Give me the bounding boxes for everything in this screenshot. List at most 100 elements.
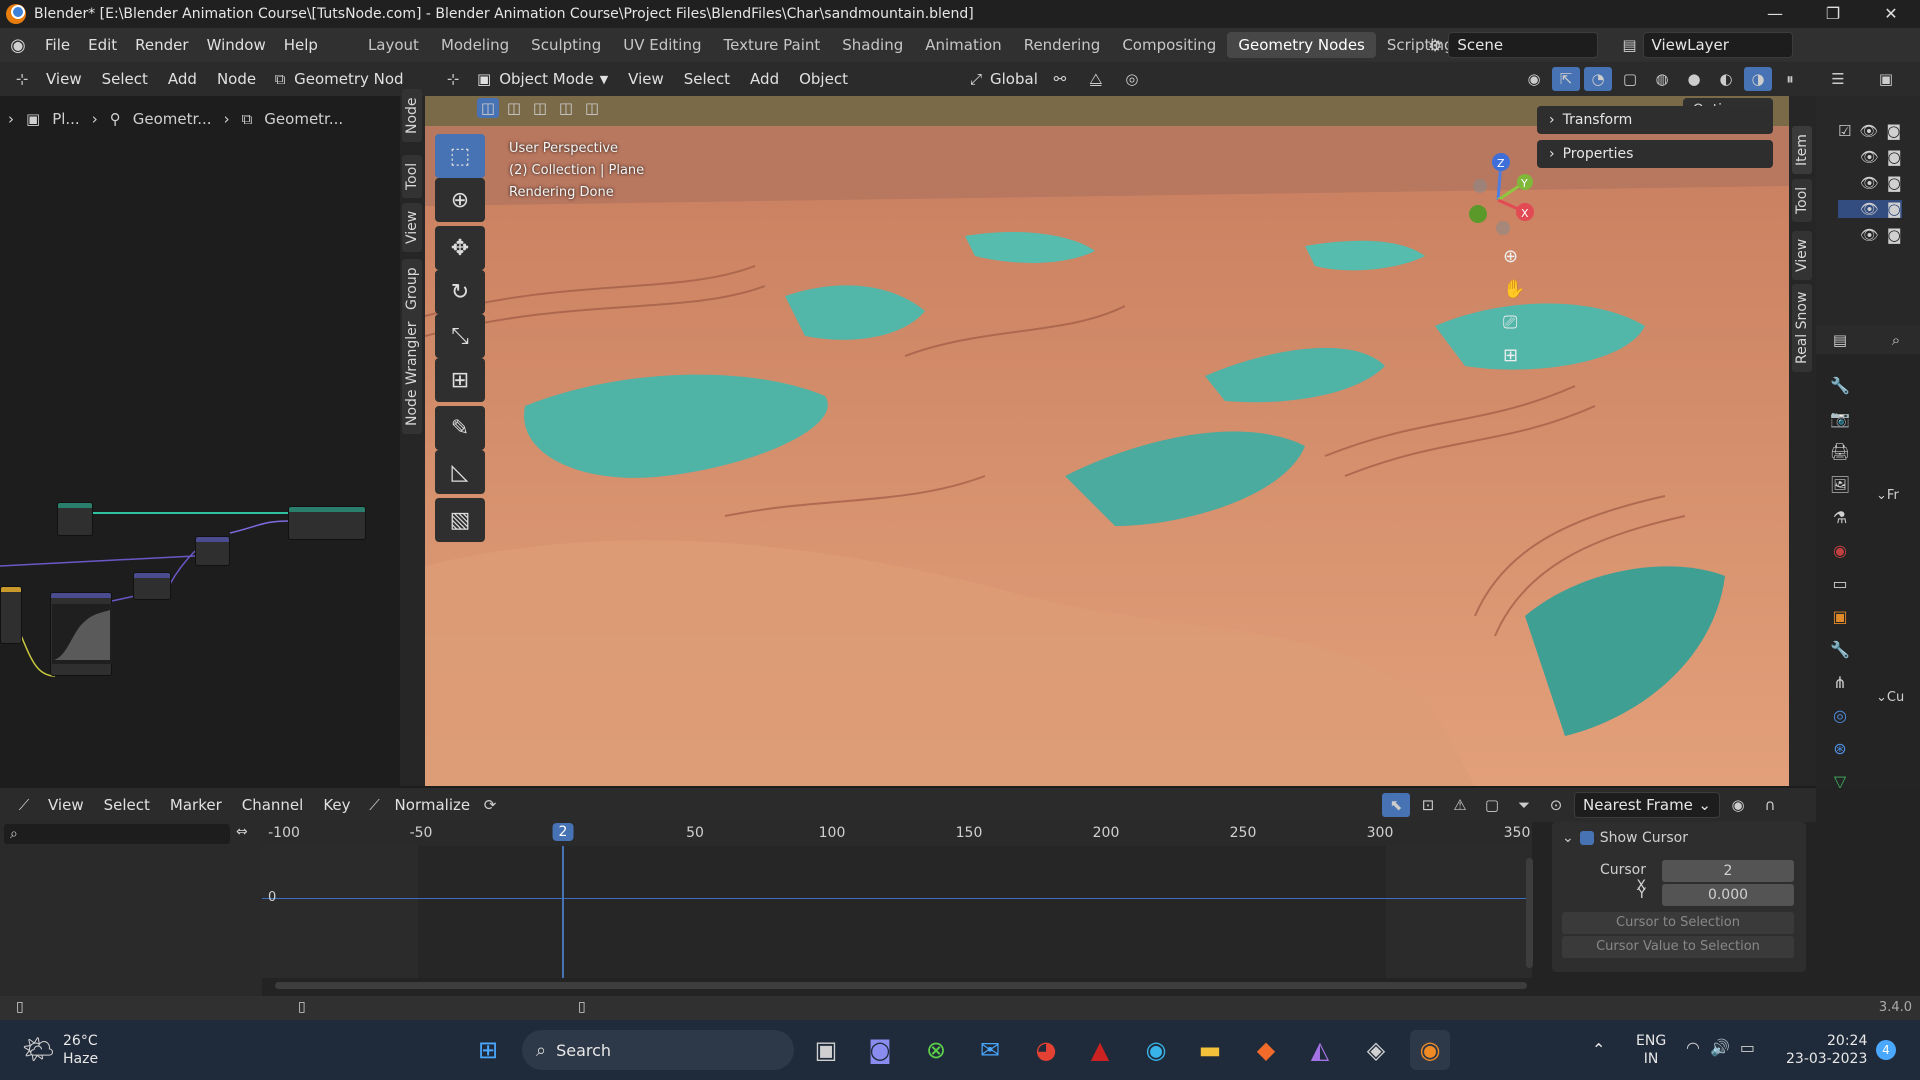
tool-select-box[interactable]: ⬚ [435, 134, 485, 178]
camera-icon[interactable]: ⎚ [1503, 312, 1525, 333]
output-props-icon[interactable]: 🖨 [1826, 442, 1854, 461]
outliner-type-icon[interactable]: ☰ [1824, 67, 1852, 91]
snap-icon[interactable]: ⧋ [1082, 67, 1110, 91]
outliner-row[interactable]: 👁 ◙ [1838, 226, 1902, 244]
filter-icon[interactable]: ⏷ [1510, 793, 1538, 817]
node-math[interactable] [195, 536, 230, 566]
menu-file[interactable]: File [36, 36, 79, 54]
app-icon[interactable]: ▲ [1080, 1030, 1120, 1070]
outliner-row[interactable]: 👁 ◙ [1838, 174, 1902, 192]
transform-orientation[interactable]: Global [990, 70, 1038, 88]
viewport-menu-view[interactable]: View [618, 70, 674, 88]
blender-menu-icon[interactable]: ◉ [0, 35, 36, 56]
viewport-menu-object[interactable]: Object [789, 70, 858, 88]
checkbox-icon[interactable]: ☑ [1838, 122, 1851, 140]
render-camera-icon[interactable]: ◙ [1887, 226, 1902, 244]
tab-real-snow[interactable]: Real Snow [1792, 283, 1812, 372]
normalize-toggle[interactable]: Normalize [389, 796, 477, 814]
eye-icon[interactable]: 👁 [1860, 200, 1879, 218]
visibility-icon[interactable]: ◉ [1520, 67, 1548, 91]
graph-menu-view[interactable]: View [38, 796, 94, 814]
graph-editor[interactable]: ⟋ View Select Marker Channel Key ⟋ Norma… [0, 788, 1920, 1014]
menu-help[interactable]: Help [275, 36, 327, 54]
taskbar-search[interactable]: ⌕ Search [522, 1030, 794, 1070]
minimize-button[interactable]: — [1746, 0, 1804, 28]
object-props-icon[interactable]: ▣ [1826, 607, 1854, 626]
eye-icon[interactable]: 👁 [1860, 148, 1879, 166]
task-view-icon[interactable]: ▣ [806, 1030, 846, 1070]
tab-tool[interactable]: Tool [402, 154, 422, 198]
outliner-row[interactable]: ☑ 👁 ◙ [1838, 122, 1902, 140]
outliner-row-selected[interactable]: 👁 ◙ [1838, 200, 1902, 218]
viewlayer-selector[interactable]: ViewLayer [1642, 32, 1793, 58]
graph-menu-select[interactable]: Select [94, 796, 160, 814]
frame-ruler[interactable]: -100 -50 50 100 150 200 250 300 350 2 [262, 822, 1532, 846]
outliner-row[interactable]: 👁 ◙ [1838, 148, 1902, 166]
collection-props-icon[interactable]: ▭ [1826, 574, 1854, 593]
tab-tool-n[interactable]: Tool [1792, 178, 1812, 222]
zoom-icon[interactable]: ⊕ [1503, 246, 1525, 267]
blender-taskbar-icon[interactable]: ◉ [1410, 1030, 1450, 1070]
teams-chat-icon[interactable]: ◙ [860, 1030, 900, 1070]
graph-menu-channel[interactable]: Channel [232, 796, 314, 814]
modifier-props-icon[interactable]: 🔧 [1826, 640, 1854, 659]
volume-icon[interactable]: 🔊 [1710, 1038, 1730, 1057]
clock[interactable]: 20:24 23-03-2023 [1786, 1032, 1867, 1068]
shading-solid-icon[interactable]: ● [1680, 67, 1708, 91]
world-props-icon[interactable]: ◉ [1826, 541, 1854, 560]
render-camera-icon[interactable]: ◙ [1887, 122, 1902, 140]
perspective-grid-icon[interactable]: ⊞ [1503, 345, 1525, 366]
pause-icon[interactable]: ⏸ [1776, 67, 1804, 91]
shading-material-icon[interactable]: ◐ [1712, 67, 1740, 91]
snap-mode-select[interactable]: Nearest Frame ⌄ [1574, 792, 1720, 818]
node-menu-add[interactable]: Add [158, 70, 207, 88]
view-layer-props-icon[interactable]: 🖼 [1826, 475, 1854, 494]
node-float-curve[interactable] [50, 592, 112, 676]
node-tree-type-icon[interactable]: ⧉ [266, 67, 294, 91]
tool-add-cube[interactable]: ▧ [435, 498, 485, 542]
tab-compositing[interactable]: Compositing [1111, 32, 1227, 58]
file-explorer-icon[interactable]: ▬ [1190, 1030, 1230, 1070]
proportional-icon[interactable]: ◎ [1118, 67, 1146, 91]
tab-view-n[interactable]: View [1792, 230, 1812, 280]
properties-panel-cursor[interactable]: ⌄Cu [1876, 688, 1904, 708]
tab-animation[interactable]: Animation [914, 32, 1012, 58]
node-editor[interactable]: › ▣ Pl... › ⚲ Geometr... › ⧉ Geometr... … [0, 89, 425, 786]
viewport-editor-type-icon[interactable]: ⊹ [439, 67, 467, 91]
node-tree-type[interactable]: Geometry Nod [294, 70, 403, 88]
system-tray[interactable]: ◠ 🔊 ▭ [1686, 1038, 1755, 1057]
tool-cursor[interactable]: ⊕ [435, 178, 485, 222]
show-cursor-checkbox[interactable] [1579, 831, 1594, 845]
xray-icon[interactable]: ▢ [1616, 67, 1644, 91]
auto-normalize-icon[interactable]: ⟳ [476, 793, 504, 817]
falloff-icon[interactable]: ∩ [1756, 793, 1784, 817]
node-join[interactable] [288, 506, 366, 540]
errors-icon[interactable]: ⚠ [1446, 793, 1474, 817]
swap-icon[interactable]: ⇔ [236, 824, 248, 840]
cursor-value-to-selection-button[interactable]: Cursor Value to Selection [1562, 936, 1794, 958]
cursor-x-field[interactable]: 2 [1662, 860, 1794, 882]
tool-rotate[interactable]: ↻ [435, 270, 485, 314]
tab-uv-editing[interactable]: UV Editing [612, 32, 712, 58]
node-menu-select[interactable]: Select [92, 70, 158, 88]
proportional-edit-icon[interactable]: ◉ [1724, 793, 1752, 817]
tool-props-icon[interactable]: 🔧 [1826, 376, 1854, 395]
vertical-scrollbar[interactable] [1526, 858, 1533, 968]
menu-window[interactable]: Window [198, 36, 275, 54]
scene-selector[interactable]: Scene [1448, 32, 1599, 58]
cursor-to-selection-button[interactable]: Cursor to Selection [1562, 912, 1794, 934]
mode-selector[interactable]: ▣ Object Mode ▼ [477, 70, 608, 88]
gizmo-toggle-icon[interactable]: ⇱ [1552, 67, 1580, 91]
render-camera-icon[interactable]: ◙ [1887, 148, 1902, 166]
maximize-button[interactable]: ❐ [1804, 0, 1862, 28]
tool-measure[interactable]: ◺ [435, 450, 485, 494]
tab-shading[interactable]: Shading [831, 32, 914, 58]
tool-transform[interactable]: ⊞ [435, 358, 485, 402]
show-cursor-panel[interactable]: ⌄ Show Cursor [1552, 822, 1806, 854]
tab-view[interactable]: View [402, 202, 422, 252]
npanel-transform[interactable]: › Transform [1537, 106, 1773, 134]
node-menu-view[interactable]: View [36, 70, 92, 88]
physics-props-icon[interactable]: ◎ [1826, 706, 1854, 725]
shading-rendered-icon[interactable]: ◑ [1744, 67, 1772, 91]
outliner[interactable]: ☑ 👁 ◙ 👁 ◙ 👁 ◙ 👁 ◙ 👁 ◙ [1816, 96, 1920, 326]
